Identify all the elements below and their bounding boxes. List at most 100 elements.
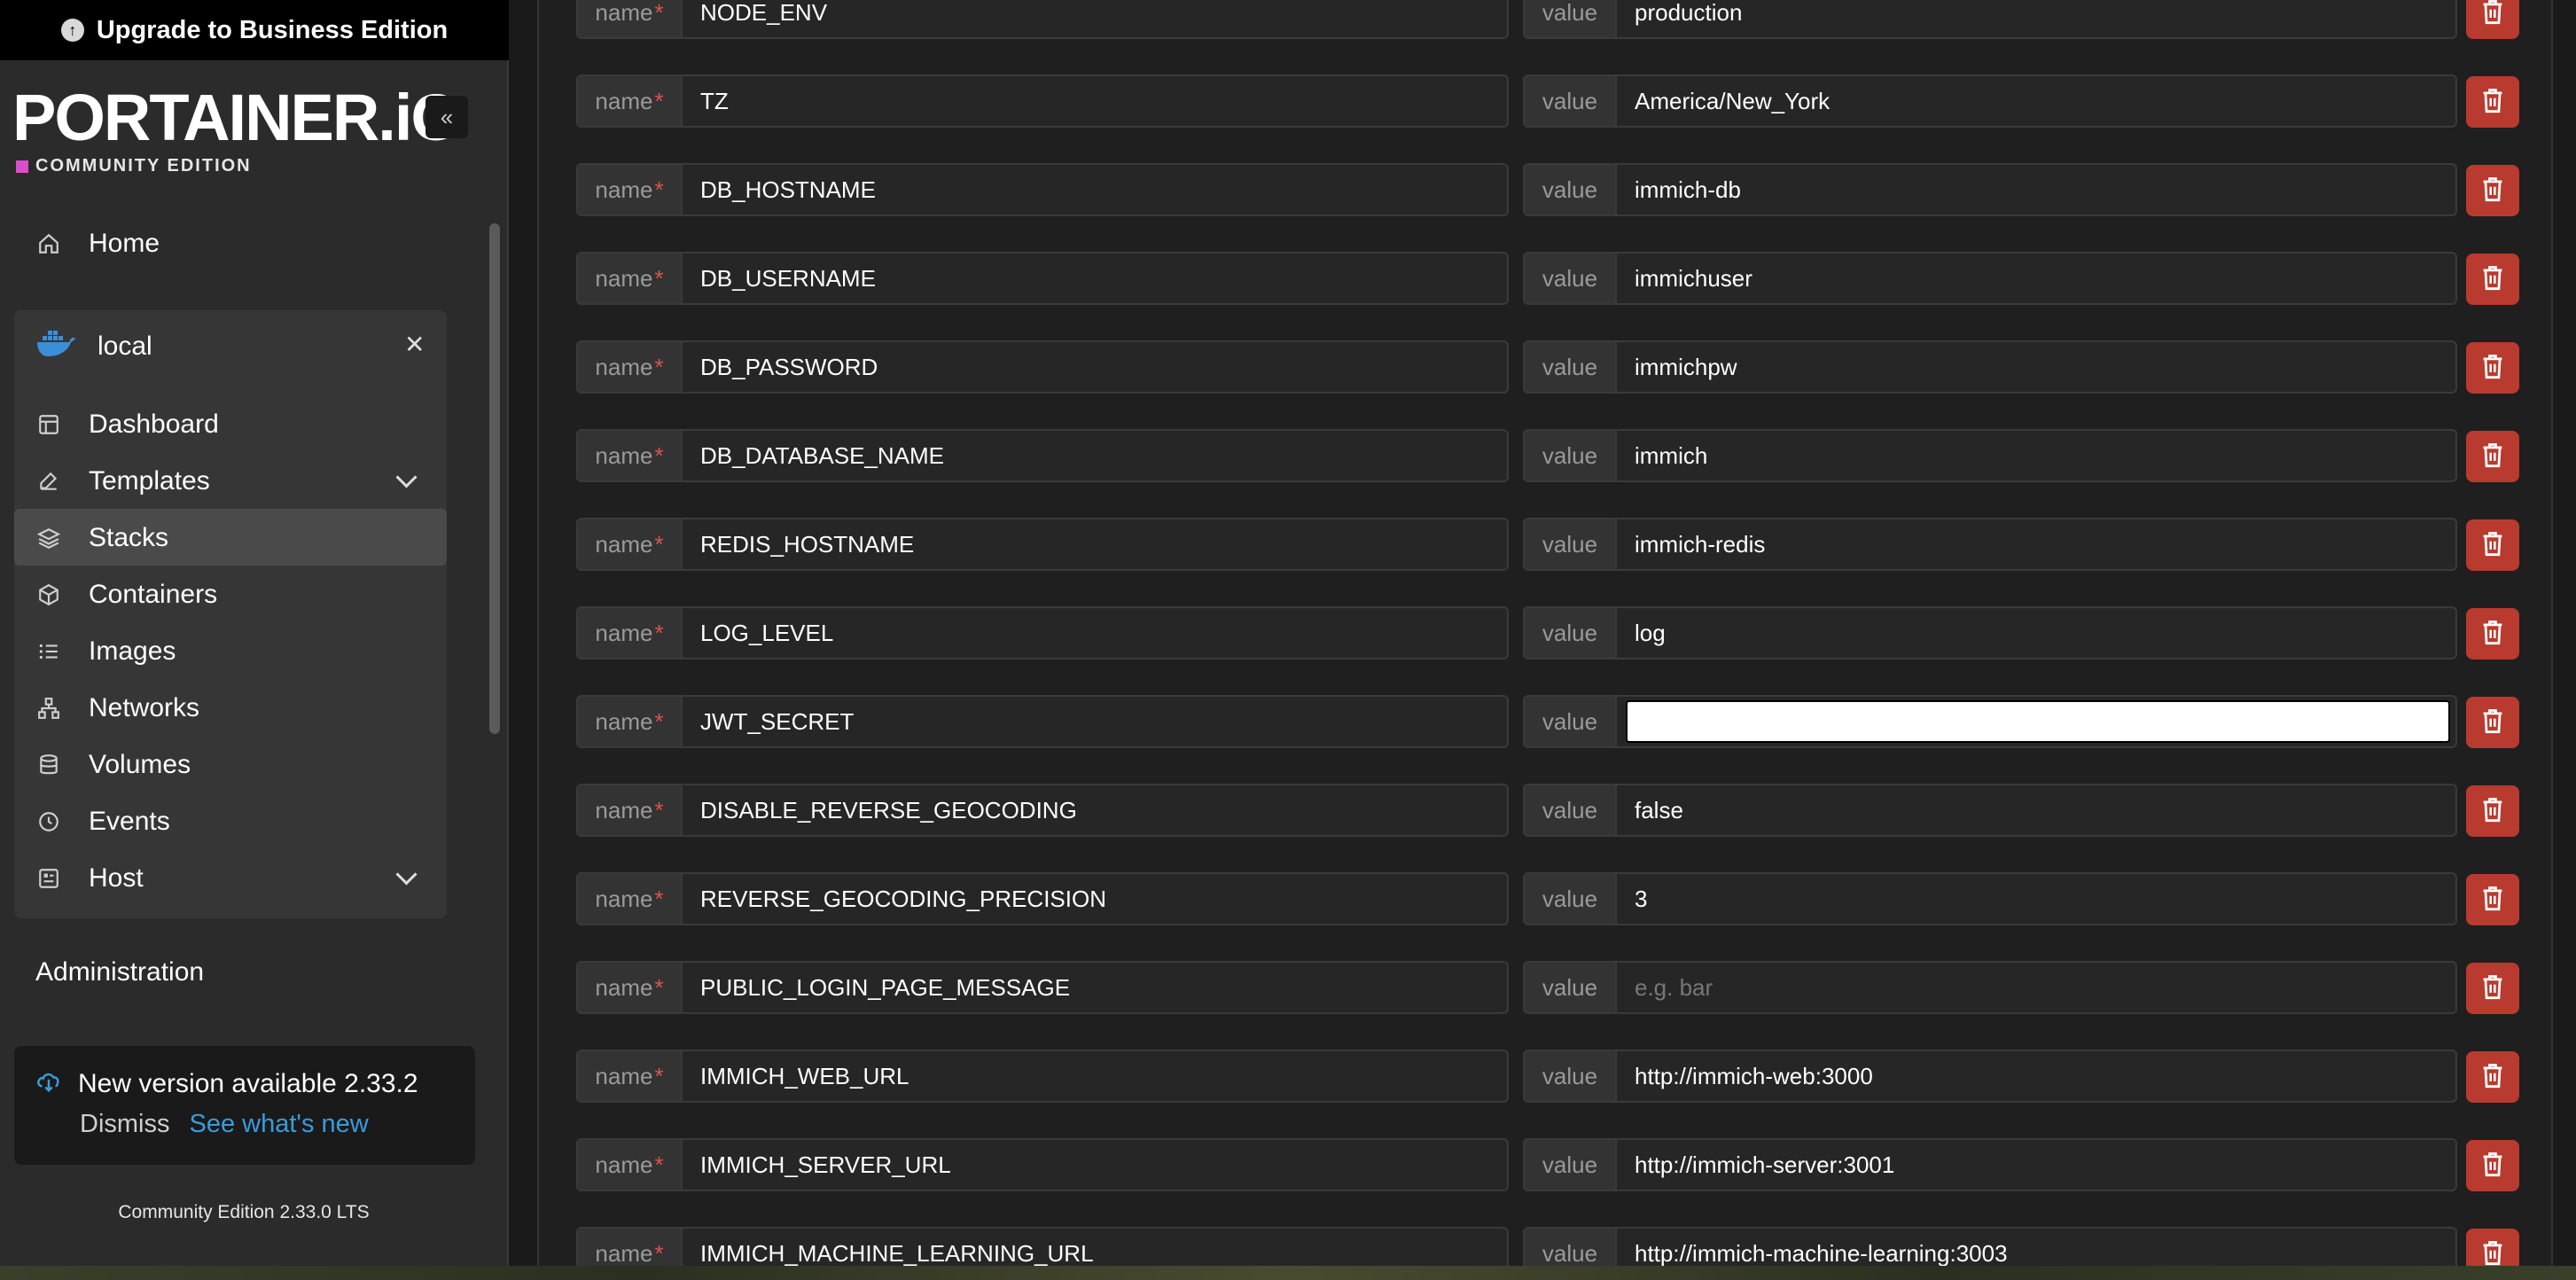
environment-header[interactable]: local	[35, 328, 152, 365]
env-name-field[interactable]: name * NODE_ENV	[576, 0, 1509, 39]
name-label: name *	[578, 76, 683, 126]
delete-button[interactable]	[2466, 785, 2519, 837]
env-value-field[interactable]: value immichuser	[1523, 252, 2457, 305]
env-value-input[interactable]: 3	[1617, 874, 2455, 924]
env-name-field[interactable]: name * IMMICH_WEB_URL	[576, 1050, 1509, 1103]
env-name-input[interactable]: LOG_LEVEL	[683, 608, 1507, 658]
sidebar-item-stacks[interactable]: Stacks	[35, 523, 168, 553]
env-name-field[interactable]: name * DB_HOSTNAME	[576, 163, 1509, 216]
sidebar-item-containers[interactable]: Containers	[35, 580, 217, 610]
env-value-field[interactable]: value America/New_York	[1523, 74, 2457, 128]
collapse-sidebar-button[interactable]: «	[425, 96, 468, 138]
delete-button[interactable]	[2466, 1140, 2519, 1191]
update-actions: Dismiss See what's new	[80, 1110, 369, 1139]
env-name-input[interactable]: IMMICH_WEB_URL	[683, 1051, 1507, 1101]
sidebar-item-home[interactable]: Home	[35, 229, 160, 259]
env-value-input[interactable]: immich-db	[1617, 165, 2455, 215]
env-name-input[interactable]: DB_USERNAME	[683, 254, 1507, 303]
env-name-field[interactable]: name * REVERSE_GEOCODING_PRECISION	[576, 872, 1509, 925]
delete-button[interactable]	[2466, 963, 2519, 1014]
sidebar-scrollbar[interactable]	[489, 223, 500, 734]
env-name-input[interactable]: DISABLE_REVERSE_GEOCODING	[683, 785, 1507, 835]
env-name-field[interactable]: name * DB_USERNAME	[576, 252, 1509, 305]
env-value-field[interactable]: value immich-redis	[1523, 518, 2457, 571]
env-value-field[interactable]: value	[1523, 695, 2457, 748]
delete-button[interactable]	[2466, 608, 2519, 660]
delete-button[interactable]	[2466, 697, 2519, 748]
delete-button[interactable]	[2466, 1051, 2519, 1103]
delete-button[interactable]	[2466, 0, 2519, 39]
env-name-field[interactable]: name * IMMICH_SERVER_URL	[576, 1138, 1509, 1191]
env-name-field[interactable]: name * DB_DATABASE_NAME	[576, 429, 1509, 482]
env-value-input[interactable]: immichuser	[1617, 254, 2455, 303]
delete-button[interactable]	[2466, 431, 2519, 482]
env-name-field[interactable]: name * TZ	[576, 74, 1509, 128]
env-value-field[interactable]: value e.g. bar	[1523, 961, 2457, 1014]
env-value-field[interactable]: value immich	[1523, 429, 2457, 482]
env-name-field[interactable]: name * JWT_SECRET	[576, 695, 1509, 748]
sidebar-item-networks[interactable]: Networks	[35, 693, 199, 723]
portainer-logo[interactable]: PORTAINER.iO	[12, 85, 462, 151]
delete-button[interactable]	[2466, 874, 2519, 925]
sidebar-item-host[interactable]: Host	[35, 863, 144, 894]
close-icon[interactable]: ✕	[404, 330, 425, 359]
env-value-field[interactable]: value production	[1523, 0, 2457, 39]
sidebar-item-volumes[interactable]: Volumes	[35, 750, 191, 780]
see-whats-new-link[interactable]: See what's new	[190, 1110, 369, 1139]
env-value-field[interactable]: value log	[1523, 606, 2457, 660]
env-name-input[interactable]: DB_HOSTNAME	[683, 165, 1507, 215]
env-value-input[interactable]: America/New_York	[1617, 76, 2455, 126]
edition-square-icon	[16, 160, 28, 173]
env-name-input[interactable]: PUBLIC_LOGIN_PAGE_MESSAGE	[683, 963, 1507, 1012]
env-name-input[interactable]: IMMICH_SERVER_URL	[683, 1140, 1507, 1190]
env-var-row: name * NODE_ENV value production	[539, 0, 2551, 39]
env-name-input[interactable]: TZ	[683, 76, 1507, 126]
sidebar-item-images[interactable]: Images	[35, 636, 176, 667]
env-value-input[interactable]: http://immich-server:3001	[1617, 1140, 2455, 1190]
env-name-input[interactable]: REVERSE_GEOCODING_PRECISION	[683, 874, 1507, 924]
sidebar-item-label: Containers	[89, 580, 218, 609]
env-value-input[interactable]: production	[1617, 0, 2455, 37]
delete-button[interactable]	[2466, 165, 2519, 216]
env-value-input[interactable]	[1626, 700, 2450, 743]
env-value-input[interactable]: false	[1617, 785, 2455, 835]
env-value-input[interactable]: log	[1617, 608, 2455, 658]
value-label: value	[1525, 697, 1617, 746]
env-name-input[interactable]: REDIS_HOSTNAME	[683, 519, 1507, 569]
administration-heading[interactable]: Administration	[35, 957, 204, 987]
env-value-input[interactable]: e.g. bar	[1617, 963, 2455, 1012]
env-value-field[interactable]: value false	[1523, 784, 2457, 837]
env-value-field[interactable]: value immichpw	[1523, 340, 2457, 394]
sidebar-item-label: Volumes	[89, 750, 191, 779]
delete-button[interactable]	[2466, 519, 2519, 571]
env-value-input[interactable]: immich	[1617, 431, 2455, 480]
env-value-input[interactable]: immichpw	[1617, 342, 2455, 392]
edit-icon	[35, 468, 62, 495]
env-name-field[interactable]: name * LOG_LEVEL	[576, 606, 1509, 660]
env-name-field[interactable]: name * REDIS_HOSTNAME	[576, 518, 1509, 571]
delete-button[interactable]	[2466, 342, 2519, 394]
env-name-input[interactable]: DB_PASSWORD	[683, 342, 1507, 392]
env-value-field[interactable]: value 3	[1523, 872, 2457, 925]
env-value-input[interactable]: immich-redis	[1617, 519, 2455, 569]
env-value-field[interactable]: value http://immich-web:3000	[1523, 1050, 2457, 1103]
name-label: name *	[578, 431, 683, 480]
env-value-input[interactable]: http://immich-web:3000	[1617, 1051, 2455, 1101]
upgrade-banner[interactable]: ↑ Upgrade to Business Edition	[0, 0, 509, 60]
env-name-field[interactable]: name * PUBLIC_LOGIN_PAGE_MESSAGE	[576, 961, 1509, 1014]
env-name-input[interactable]: JWT_SECRET	[683, 697, 1507, 746]
sidebar-item-events[interactable]: Events	[35, 807, 170, 837]
env-value-field[interactable]: value http://immich-server:3001	[1523, 1138, 2457, 1191]
env-name-field[interactable]: name * DISABLE_REVERSE_GEOCODING	[576, 784, 1509, 837]
trash-icon	[2480, 619, 2505, 650]
delete-button[interactable]	[2466, 254, 2519, 305]
sidebar-item-templates[interactable]: Templates	[35, 466, 210, 496]
env-name-input[interactable]: NODE_ENV	[683, 0, 1507, 37]
env-name-input[interactable]: DB_DATABASE_NAME	[683, 431, 1507, 480]
delete-button[interactable]	[2466, 76, 2519, 128]
dismiss-button[interactable]: Dismiss	[80, 1110, 170, 1139]
env-name-field[interactable]: name * DB_PASSWORD	[576, 340, 1509, 394]
env-value-field[interactable]: value immich-db	[1523, 163, 2457, 216]
sidebar-item-label: Stacks	[89, 523, 169, 552]
sidebar-item-dashboard[interactable]: Dashboard	[35, 410, 219, 440]
